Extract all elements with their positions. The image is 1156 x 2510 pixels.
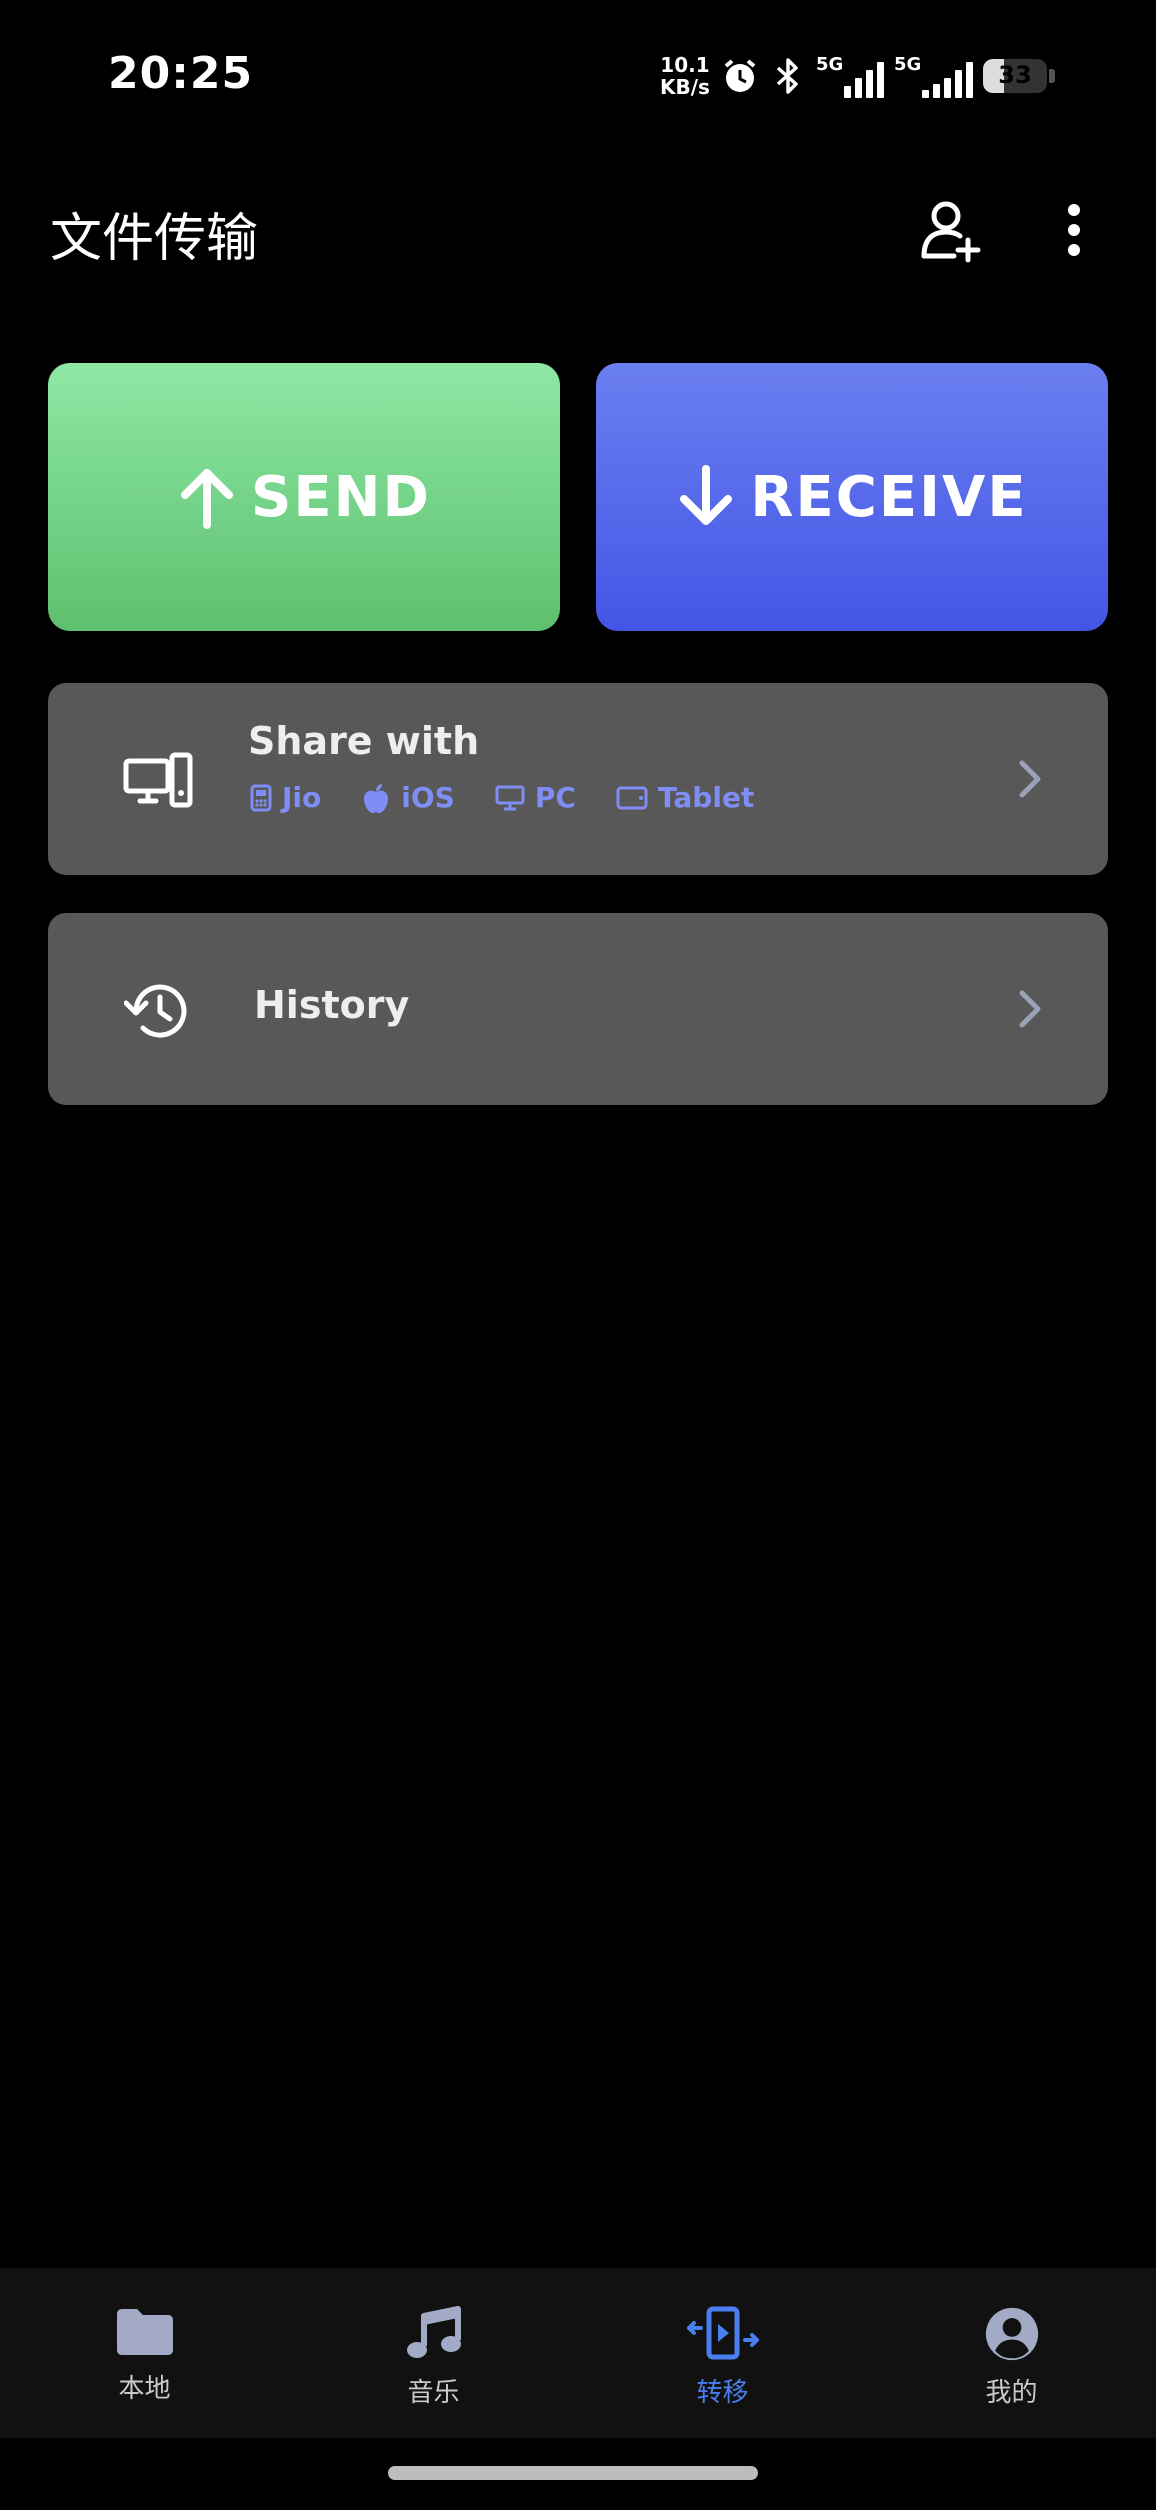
share-with-card[interactable]: Share with Jio iOS PC Tablet <box>48 683 1108 875</box>
person-add-icon <box>921 201 981 263</box>
share-target-jio[interactable]: Jio <box>250 781 321 814</box>
battery-indicator: 33 <box>982 59 1047 93</box>
network-speed: 10.1 KB/s <box>660 53 710 99</box>
share-target-label: Tablet <box>657 781 755 814</box>
status-time: 20:25 <box>108 48 254 99</box>
folder-icon <box>116 2309 173 2355</box>
more-options-button[interactable] <box>1052 192 1096 268</box>
nav-label: 音乐 <box>407 2378 460 2408</box>
status-icons: 10.1 KB/s 5G 5G 33 <box>660 48 1055 104</box>
signal-strength-2: 5G <box>894 54 973 98</box>
feature-phone-icon <box>250 784 272 811</box>
apple-icon <box>364 783 389 813</box>
receive-button[interactable]: RECEIVE <box>596 363 1108 631</box>
more-vertical-icon <box>1068 204 1080 256</box>
alarm-icon <box>720 56 760 96</box>
share-target-pc[interactable]: PC <box>495 781 576 814</box>
send-label: SEND <box>251 464 431 530</box>
nav-item-transfer[interactable]: 转移 <box>578 2268 867 2438</box>
history-label: History <box>254 983 410 1027</box>
page-title: 文件传输 <box>50 209 259 269</box>
send-button[interactable]: SEND <box>48 363 560 631</box>
arrow-down-icon <box>680 465 733 525</box>
share-with-title: Share with <box>248 719 480 763</box>
music-note-icon <box>406 2306 461 2358</box>
share-target-tablet[interactable]: Tablet <box>616 781 754 814</box>
share-target-label: Jio <box>282 781 322 814</box>
share-target-label: PC <box>534 781 576 814</box>
signal-strength-1: 5G <box>816 54 884 98</box>
devices-icon <box>120 743 196 819</box>
nav-label: 我的 <box>985 2378 1038 2408</box>
nav-label: 本地 <box>118 2374 171 2404</box>
account-icon <box>985 2307 1038 2361</box>
chevron-right-icon <box>1008 757 1052 801</box>
bottom-navigation: 本地 音乐 转移 我的 <box>0 2268 1156 2438</box>
nav-item-music[interactable]: 音乐 <box>289 2268 578 2438</box>
home-indicator[interactable] <box>388 2466 758 2480</box>
monitor-icon <box>495 785 525 810</box>
nav-label: 转移 <box>696 2378 749 2408</box>
history-card[interactable]: History <box>48 913 1108 1105</box>
share-targets: Jio iOS PC Tablet <box>250 781 754 814</box>
history-icon <box>120 973 196 1049</box>
add-contact-button[interactable] <box>912 192 988 268</box>
arrow-up-icon <box>181 469 234 529</box>
bluetooth-icon <box>770 56 806 96</box>
share-target-ios[interactable]: iOS <box>361 781 455 814</box>
chevron-right-icon <box>1008 987 1052 1031</box>
nav-item-mine[interactable]: 我的 <box>867 2268 1156 2438</box>
transfer-icon <box>686 2306 759 2360</box>
share-target-label: iOS <box>401 781 455 814</box>
battery-tip <box>1048 69 1055 83</box>
tablet-icon <box>616 786 648 809</box>
receive-label: RECEIVE <box>750 464 1028 530</box>
nav-item-local[interactable]: 本地 <box>0 2268 289 2438</box>
